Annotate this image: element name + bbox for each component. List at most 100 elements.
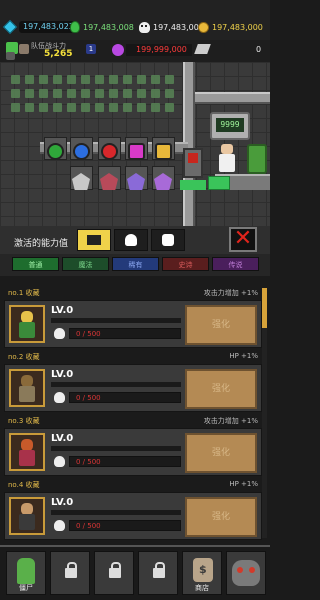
item-card: LV.0 0 / 500 强化 (4, 428, 262, 476)
blue-orb-icon[interactable] (73, 143, 90, 160)
item-level: LV.0 (51, 369, 74, 380)
cat-icon (162, 234, 174, 246)
coin-counter: 197,483,000 (198, 20, 263, 34)
item-card: LV.0 0 / 500 强化 (4, 492, 262, 540)
strengthen-button[interactable]: 强化 (185, 305, 257, 345)
nav-locked-1[interactable] (50, 551, 90, 595)
coin-value: 197,483,000 (212, 22, 263, 32)
strengthen-button[interactable]: 强化 (185, 497, 257, 537)
tab-epic[interactable]: 史诗 (162, 257, 209, 271)
item-bonus: 攻击力增加 +1% (203, 289, 258, 297)
skull-icon (54, 520, 65, 531)
barrel-sprite (247, 144, 267, 174)
nav-gasmask[interactable] (226, 551, 266, 595)
buff-small-icon (6, 52, 15, 60)
strengthen-button[interactable]: 强化 (185, 369, 257, 409)
tab-potion[interactable] (114, 229, 148, 251)
item-progress-text: 0 / 500 (76, 458, 101, 466)
tab-magic[interactable]: 魔法 (62, 257, 109, 271)
nav-locked-3[interactable] (138, 551, 178, 595)
gem-icon (2, 19, 18, 35)
collection-item-3: no.3 收藏 攻击力增加 +1% LV.0 0 / 500 强化 (4, 414, 262, 476)
item-portrait[interactable] (9, 305, 45, 343)
tank-icon (87, 235, 101, 245)
item-portrait[interactable] (9, 497, 45, 535)
tab-rare[interactable]: 稀有 (112, 257, 159, 271)
nav-zombie[interactable]: 僵尸 (6, 551, 46, 595)
nav-zombie-label: 僵尸 (19, 584, 33, 592)
skull-icon (139, 21, 150, 33)
item-level-bar (51, 318, 181, 323)
lab-door[interactable] (183, 148, 203, 178)
scrollbar-thumb[interactable] (262, 288, 267, 328)
item-progress-bar: 0 / 500 (69, 392, 181, 403)
item-number: no.3 收藏 (8, 417, 40, 425)
item-level-bar (51, 382, 181, 387)
item-bonus: HP +1% (229, 352, 258, 360)
power-value: 5,265 (44, 49, 73, 59)
item-progress-bar: 0 / 500 (69, 328, 181, 339)
strengthen-button[interactable]: 强化 (185, 433, 257, 473)
item-number: no.2 收藏 (8, 353, 40, 361)
item-level-bar (51, 510, 181, 515)
item-number: no.1 收藏 (8, 289, 40, 297)
tab-tank[interactable] (77, 229, 111, 251)
lock-icon (109, 562, 121, 578)
item-level: LV.0 (51, 305, 74, 316)
gas-mask-icon (232, 560, 260, 586)
tab-legend[interactable]: 传说 (212, 257, 259, 271)
item-portrait[interactable] (9, 369, 45, 407)
nav-locked-2[interactable] (94, 551, 134, 595)
item-bonus: 攻击力增加 +1% (203, 417, 258, 425)
item-card: LV.0 0 / 500 强化 (4, 300, 262, 348)
red-orb-icon[interactable] (101, 143, 118, 160)
zombie-hand-icon (17, 558, 35, 584)
dungeon-map[interactable]: 9999 (0, 62, 270, 226)
item-bonus: HP +1% (229, 480, 258, 488)
green-orb-icon[interactable] (47, 143, 64, 160)
ticket-value: 0 (256, 45, 262, 54)
green-crate (208, 176, 230, 190)
green-value: 197,483,008 (83, 22, 134, 32)
item-level: LV.0 (51, 497, 74, 508)
currency-bar: 197,483,023 197,483,008 197,483,000 197,… (0, 0, 270, 40)
pink-gem-icon[interactable] (128, 143, 145, 160)
close-button[interactable]: ✕ (229, 227, 257, 252)
item-portrait[interactable] (9, 433, 45, 471)
collection-item-1: no.1 收藏 攻击力增加 +1% LV.0 0 / 500 强化 (4, 286, 262, 348)
skull-icon (54, 456, 65, 467)
item-number: no.4 收藏 (8, 481, 40, 489)
collection-item-4: no.4 收藏 HP +1% LV.0 0 / 500 强化 (4, 478, 262, 540)
potion-icon (125, 234, 137, 246)
machine-display: 9999 (216, 118, 244, 132)
item-progress-bar: 0 / 500 (69, 456, 181, 467)
purple-gem-icon (112, 44, 124, 56)
item-progress-text: 0 / 500 (76, 394, 101, 402)
lock-icon (153, 562, 165, 578)
gold-gem-icon[interactable] (155, 143, 172, 160)
counter-machine[interactable]: 9999 (210, 112, 250, 140)
tab-pet[interactable] (151, 229, 185, 251)
item-progress-text: 0 / 500 (76, 522, 101, 530)
nav-shop[interactable]: 商店 (182, 551, 222, 595)
gem-counter: 197,483,023 (2, 19, 78, 35)
list-scrollbar[interactable] (262, 288, 267, 538)
item-level-bar (51, 446, 181, 451)
level-badge: 1 (86, 44, 96, 54)
item-card: LV.0 0 / 500 强化 (4, 364, 262, 412)
skull-icon (54, 328, 65, 339)
nav-shop-label: 商店 (195, 584, 209, 592)
purple-value: 199,999,000 (126, 44, 192, 56)
category-title: 激活的能力值 (14, 239, 69, 249)
tab-common[interactable]: 普通 (12, 257, 59, 271)
skull-counter: 197,483,000 (139, 20, 204, 34)
skull-icon (54, 392, 65, 403)
item-progress-text: 0 / 500 (76, 330, 101, 338)
skull-value: 197,483,000 (153, 22, 204, 32)
scientist-sprite[interactable] (218, 144, 236, 172)
collection-list[interactable]: no.1 收藏 攻击力增加 +1% LV.0 0 / 500 强化 no.2 收藏… (4, 286, 262, 542)
money-bag-icon (193, 558, 213, 582)
item-progress-bar: 0 / 500 (69, 520, 181, 531)
horizontal-pipe (195, 92, 270, 104)
green-counter: 197,483,008 (70, 20, 134, 34)
